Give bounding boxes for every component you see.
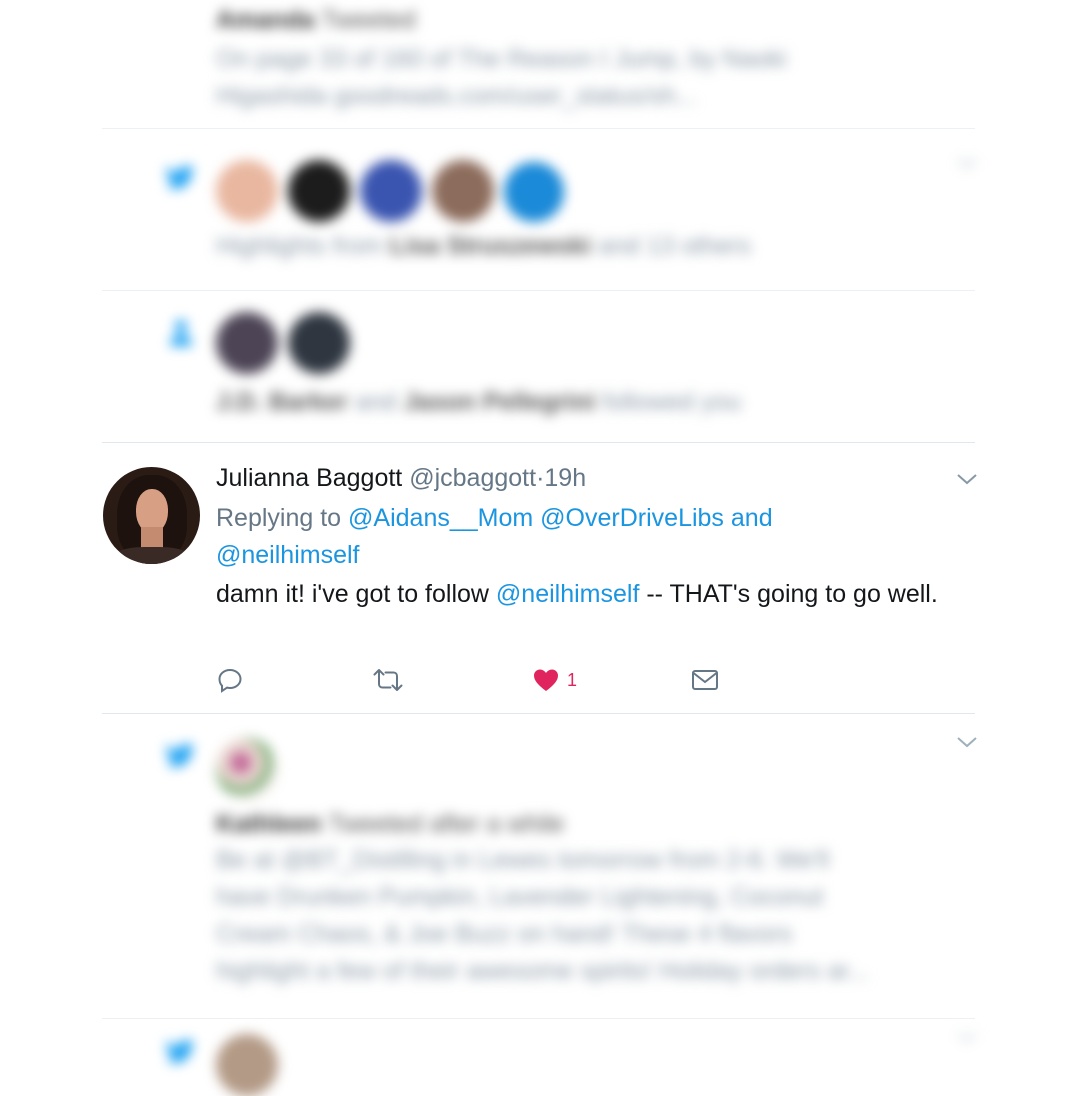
person-icon [170,320,192,346]
envelope-icon [692,670,718,690]
mention-link[interactable]: @Aidans__Mom [348,504,533,532]
notification-text-line: Higashida goodreads.com/user_status/sh..… [216,82,697,110]
notification-text-line: Cream Chaos, & Joe Buzz on hand! These 4… [216,920,793,948]
author-handle[interactable]: @jcbaggott [409,464,536,492]
chevron-down-icon[interactable] [956,1030,978,1044]
notification-text-line: On page 33 of 160 of The Reason I Jump, … [216,45,787,73]
retweet-icon [373,669,403,691]
notification-title: Amanda Tweeted [216,6,416,34]
reply-button[interactable] [216,664,244,696]
avatar [288,312,350,374]
divider [102,290,975,291]
avatar [288,160,350,222]
heart-icon [534,669,558,691]
avatar [216,312,278,374]
mention-link[interactable]: @neilhimself [496,580,639,608]
retweet-button[interactable] [372,664,404,696]
tweet-header: Julianna Baggott @jcbaggott·19h [216,462,586,494]
avatar [360,160,422,222]
avatar[interactable] [103,467,200,564]
avatar [432,160,494,222]
chevron-down-icon[interactable] [956,472,978,486]
tweet-actions: 1 [0,664,1080,696]
mention-link[interactable]: @neilhimself [216,541,359,569]
notification-title: Kathleen Tweeted after a while [216,810,565,838]
replying-to-line: Replying to @Aidans__Mom @OverDriveLibs … [216,504,773,569]
tweet-text: damn it! i've got to follow @neilhimself… [216,580,938,608]
twitter-bird-icon [165,743,195,768]
divider [102,713,975,714]
avatar [216,160,278,222]
notification-summary: Highlights from Lisa Struszewski and 13 … [216,232,751,260]
reply-bubble-icon [218,668,242,693]
notification-text-line: have Drunken Pumpkin, Lavender Lightenin… [216,883,824,911]
author-name[interactable]: Julianna Baggott [216,464,402,492]
twitter-bird-icon [165,1039,195,1064]
notification-text-line: highlight a few of their awesome spirits… [216,957,870,985]
chevron-down-icon[interactable] [956,156,978,170]
notification-text-line: Be at @BT_Distilling in Lewes tomorrow f… [216,846,830,874]
avatar [216,738,278,800]
tweet-time[interactable]: 19h [544,464,586,492]
avatar [216,1034,278,1096]
mention-link[interactable]: @OverDriveLibs [540,504,724,532]
direct-message-button[interactable] [691,664,719,696]
notification-summary: J.D. Barker and Jason Pellegrini followe… [216,388,742,416]
chevron-down-icon[interactable] [956,735,978,749]
like-button[interactable]: 1 [533,664,577,696]
divider [102,128,975,129]
like-count: 1 [567,669,578,690]
divider [102,1018,975,1019]
twitter-bird-icon [165,165,195,190]
avatar [504,162,564,222]
and-text: and [723,504,773,532]
